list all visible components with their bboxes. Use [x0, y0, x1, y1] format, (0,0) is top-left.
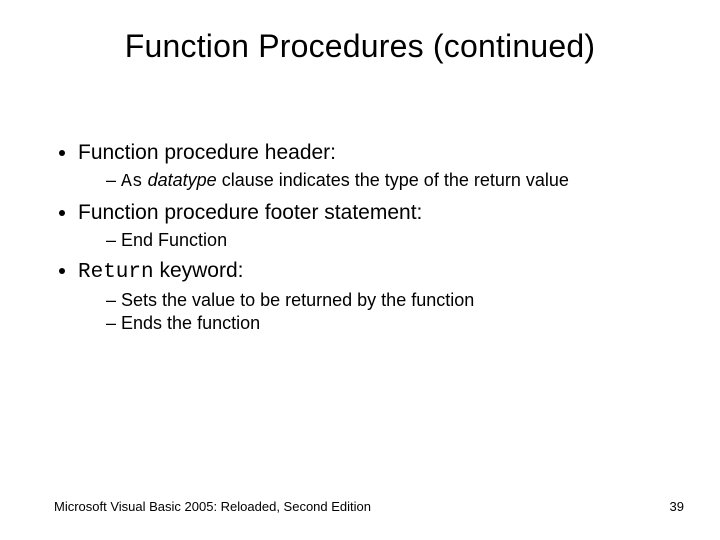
sub-sets-value: Sets the value to be returned by the fun… — [106, 289, 666, 312]
footer-source: Microsoft Visual Basic 2005: Reloaded, S… — [54, 499, 371, 514]
italic-datatype: datatype — [143, 170, 217, 190]
page-number: 39 — [670, 499, 684, 514]
slide-title: Function Procedures (continued) — [0, 28, 720, 65]
text-clause: clause indicates the type of the return … — [217, 170, 569, 190]
sub-list-footer: End Function — [78, 229, 666, 252]
sub-ends-function: Ends the function — [106, 312, 666, 335]
sub-as-datatype: As datatype clause indicates the type of… — [106, 169, 666, 194]
sub-list-header: As datatype clause indicates the type of… — [78, 169, 666, 194]
bullet-header-text: Function procedure header: — [78, 141, 336, 164]
bullet-footer-text: Function procedure footer statement: — [78, 201, 422, 224]
slide: Function Procedures (continued) Function… — [0, 0, 720, 540]
bullet-footer: Function procedure footer statement: End… — [78, 200, 666, 252]
bullet-list: Function procedure header: As datatype c… — [54, 140, 666, 335]
bullet-header: Function procedure header: As datatype c… — [78, 140, 666, 194]
bullet-return: Return keyword: Sets the value to be ret… — [78, 258, 666, 335]
text-keyword: keyword: — [154, 259, 244, 282]
slide-body: Function procedure header: As datatype c… — [54, 140, 666, 341]
sub-end-function: End Function — [106, 229, 666, 252]
sub-list-return: Sets the value to be returned by the fun… — [78, 289, 666, 335]
code-return: Return — [78, 261, 154, 284]
code-as: As — [121, 172, 143, 192]
